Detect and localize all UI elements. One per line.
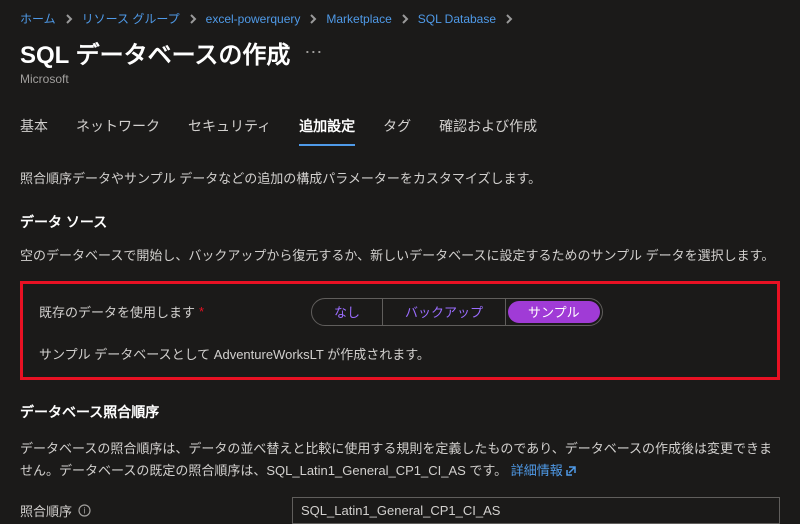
data-option-segmented: なし バックアップ サンプル	[311, 298, 603, 326]
chevron-right-icon	[400, 14, 410, 24]
sample-note: サンプル データベースとして AdventureWorksLT が作成されます。	[39, 344, 761, 363]
use-existing-data-label: 既存のデータを使用します *	[39, 302, 299, 321]
collation-input[interactable]	[292, 497, 780, 524]
data-option-sample[interactable]: サンプル	[508, 301, 600, 323]
breadcrumb: ホーム リソース グループ excel-powerquery Marketpla…	[20, 8, 780, 35]
datasource-highlight: 既存のデータを使用します * なし バックアップ サンプル サンプル データベー…	[20, 281, 780, 380]
tab-network[interactable]: ネットワーク	[76, 116, 160, 146]
collation-desc: データベースの照合順序は、データの並べ替えと比較に使用する規則を定義したものであ…	[20, 438, 780, 483]
collation-section-title: データベース照合順序	[20, 402, 780, 422]
data-option-backup[interactable]: バックアップ	[383, 299, 506, 325]
breadcrumb-item[interactable]: ホーム	[20, 10, 56, 27]
more-actions-button[interactable]: ⋯	[304, 42, 324, 63]
breadcrumb-item[interactable]: excel-powerquery	[206, 12, 301, 26]
tab-additional-settings[interactable]: 追加設定	[299, 116, 355, 146]
external-link-icon	[566, 461, 576, 483]
datasource-desc: 空のデータベースで開始し、バックアップから復元するか、新しいデータベースに設定す…	[20, 246, 780, 267]
chevron-right-icon	[308, 14, 318, 24]
svg-text:i: i	[84, 505, 86, 515]
datasource-section-title: データ ソース	[20, 212, 780, 232]
data-option-none[interactable]: なし	[312, 299, 383, 325]
breadcrumb-item[interactable]: リソース グループ	[82, 10, 180, 27]
breadcrumb-item[interactable]: SQL Database	[418, 12, 496, 26]
chevron-right-icon	[504, 14, 514, 24]
intro-text: 照合順序データやサンプル データなどの追加の構成パラメーターをカスタマイズします…	[20, 169, 780, 190]
tab-review-create[interactable]: 確認および作成	[439, 116, 537, 146]
required-indicator: *	[199, 304, 204, 319]
tab-basic[interactable]: 基本	[20, 116, 48, 146]
breadcrumb-item[interactable]: Marketplace	[326, 12, 391, 26]
collation-label: 照合順序 i	[20, 501, 280, 520]
chevron-right-icon	[64, 14, 74, 24]
chevron-right-icon	[188, 14, 198, 24]
tab-tags[interactable]: タグ	[383, 116, 411, 146]
page-subtitle: Microsoft	[20, 72, 780, 86]
tabs: 基本 ネットワーク セキュリティ 追加設定 タグ 確認および作成	[20, 116, 780, 147]
tab-security[interactable]: セキュリティ	[188, 116, 271, 146]
info-icon[interactable]: i	[78, 504, 91, 517]
page-title: SQL データベースの作成	[20, 35, 290, 70]
learn-more-link[interactable]: 詳細情報	[511, 463, 577, 478]
